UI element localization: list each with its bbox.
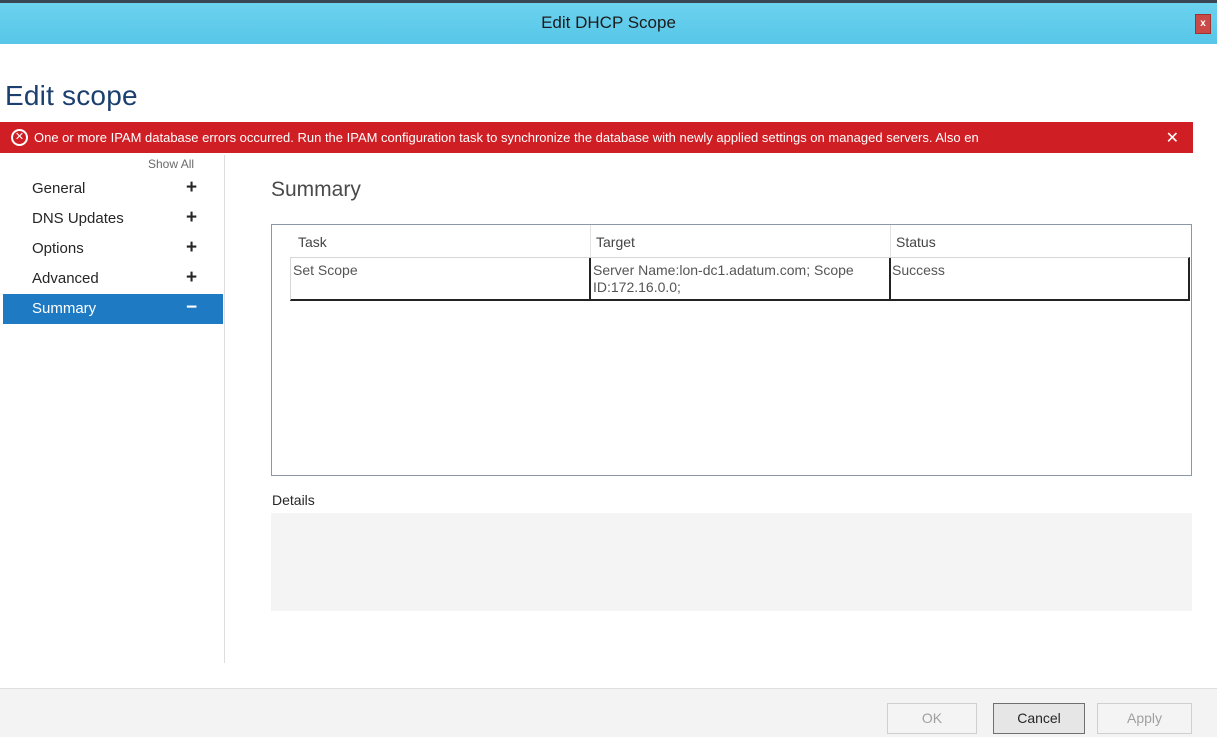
footer-bar: OK Cancel Apply [0,688,1217,737]
title-bar: Edit DHCP Scope x [0,0,1217,44]
error-circle-icon: ✕ [11,129,28,146]
details-box [271,513,1192,611]
sidebar-item-label: Options [32,240,84,257]
pane-divider [224,155,225,663]
table-row[interactable]: Set Scope Server Name:lon-dc1.adatum.com… [290,257,1190,301]
window-close-button[interactable]: x [1195,14,1211,34]
column-header-target[interactable]: Target [596,234,635,250]
page-title: Edit scope [5,80,138,111]
collapse-minus-icon[interactable]: − [186,297,197,319]
cancel-button[interactable]: Cancel [993,703,1085,734]
cell-target-line: Server Name:lon-dc1.adatum.com; Scope [593,262,854,278]
sidebar-item-label: Advanced [32,270,99,287]
sidebar-item-options[interactable]: Options + [0,234,223,264]
column-header-status[interactable]: Status [896,234,936,250]
expand-plus-icon[interactable]: + [186,267,197,289]
error-banner: ✕ One or more IPAM database errors occur… [0,122,1193,153]
sidebar-item-label: DNS Updates [32,210,124,227]
cell-target-line: ID:172.16.0.0; [593,279,681,295]
cell-task: Set Scope [293,262,358,278]
cell-target: Server Name:lon-dc1.adatum.com; Scope ID… [593,262,854,296]
sidebar-item-label: General [32,180,86,197]
details-label: Details [272,492,315,508]
cell-separator [889,258,891,300]
summary-table: Task Target Status Set Scope Server Name… [271,224,1192,476]
section-title: Summary [271,178,361,201]
column-separator[interactable] [890,225,891,257]
sidebar-item-summary[interactable]: Summary − [3,294,223,324]
column-header-task[interactable]: Task [298,234,327,250]
sidebar-nav: General + DNS Updates + Options + Advanc… [0,174,223,324]
sidebar-item-advanced[interactable]: Advanced + [0,264,223,294]
cell-status: Success [892,262,945,278]
sidebar-item-general[interactable]: General + [0,174,223,204]
apply-button[interactable]: Apply [1097,703,1192,734]
show-all-link[interactable]: Show All [148,157,194,171]
error-message: One or more IPAM database errors occurre… [34,130,979,145]
sidebar-item-label: Summary [32,300,97,317]
cell-separator [589,258,591,300]
window-title: Edit DHCP Scope [541,13,676,32]
expand-plus-icon[interactable]: + [186,207,197,229]
expand-plus-icon[interactable]: + [186,237,197,259]
ok-button[interactable]: OK [887,703,977,734]
error-close-button[interactable]: ✕ [1166,128,1179,148]
expand-plus-icon[interactable]: + [186,177,197,199]
sidebar-item-dns-updates[interactable]: DNS Updates + [0,204,223,234]
table-header: Task Target Status [272,225,1191,257]
column-separator[interactable] [590,225,591,257]
